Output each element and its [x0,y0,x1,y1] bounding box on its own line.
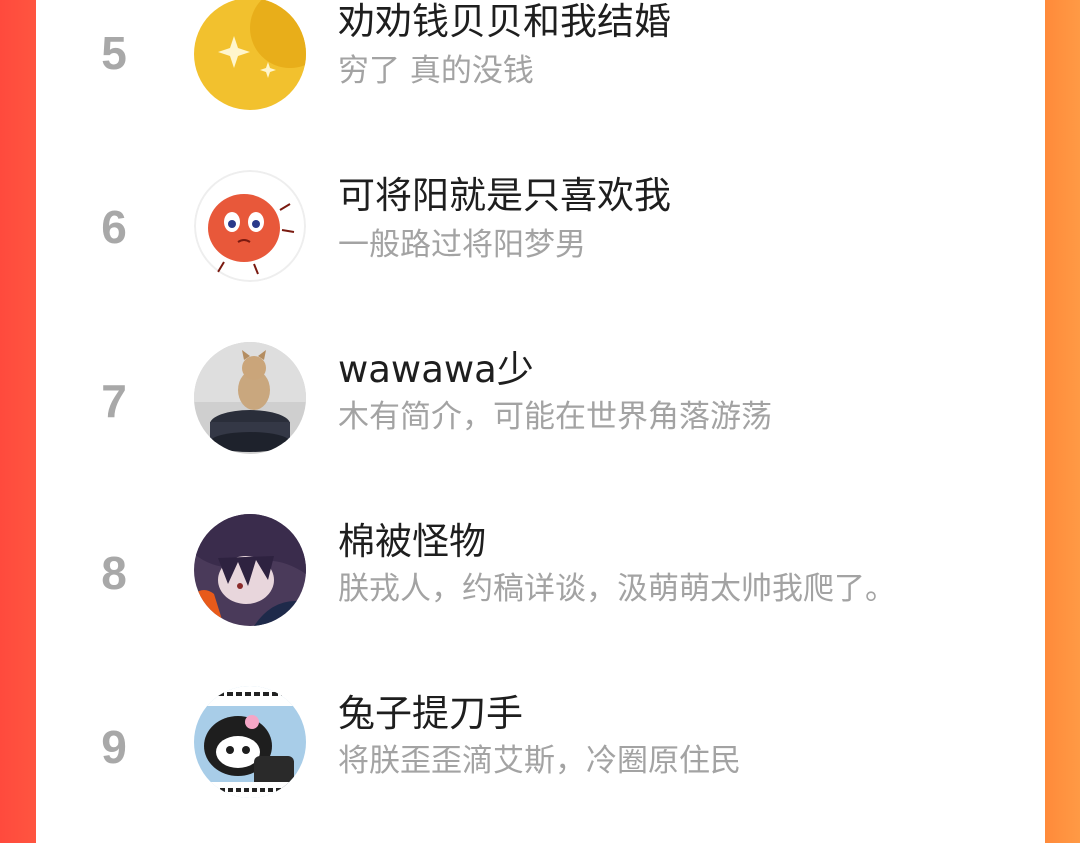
rank-number: 9 [101,721,127,773]
rank-number: 7 [101,375,127,427]
user-name[interactable]: 兔子提刀手 [338,692,523,736]
kuromi-meme-avatar-icon[interactable] [194,686,306,798]
list-item[interactable]: 9 兔子提刀手 将朕歪歪滴艾斯，冷圈原住民 [36,686,1045,836]
user-bio: 朕戎人，约稿详谈，汲萌萌太帅我爬了。 [338,571,896,607]
user-name[interactable]: 棉被怪物 [338,520,486,564]
user-bio: 将朕歪歪滴艾斯，冷圈原住民 [338,743,741,779]
list-item[interactable]: 5 劝劝钱贝贝和我结婚 穷了 真的没钱 [36,0,1045,148]
list-item[interactable]: 6 可将阳就是只喜欢我 一般路过将阳梦男 [36,170,1045,320]
user-name[interactable]: 可将阳就是只喜欢我 [338,174,671,218]
rank-number: 6 [101,201,127,253]
yellow-star-avatar-icon[interactable] [194,0,306,110]
anime-character-avatar-icon[interactable] [194,514,306,626]
list-item[interactable]: 7 wawawa少 木有简介，可能在世界角落游荡 [36,342,1045,492]
user-bio: 一般路过将阳梦男 [338,227,586,263]
user-name[interactable]: 劝劝钱贝贝和我结婚 [338,0,671,44]
red-blob-cartoon-avatar-icon[interactable] [194,170,306,282]
cat-in-pot-avatar-icon[interactable] [194,342,306,454]
user-bio: 木有简介，可能在世界角落游荡 [338,399,772,435]
user-bio: 穷了 真的没钱 [338,53,534,89]
rank-number: 8 [101,547,127,599]
ranking-list-panel: 5 劝劝钱贝贝和我结婚 穷了 真的没钱 6 可将阳就是只喜欢我 一般路过将阳梦男… [36,0,1045,843]
list-item[interactable]: 8 棉被怪物 朕戎人，约稿详谈，汲萌萌太帅我爬了。 [36,514,1045,664]
user-name[interactable]: wawawa少 [338,348,534,392]
rank-number: 5 [101,27,127,79]
